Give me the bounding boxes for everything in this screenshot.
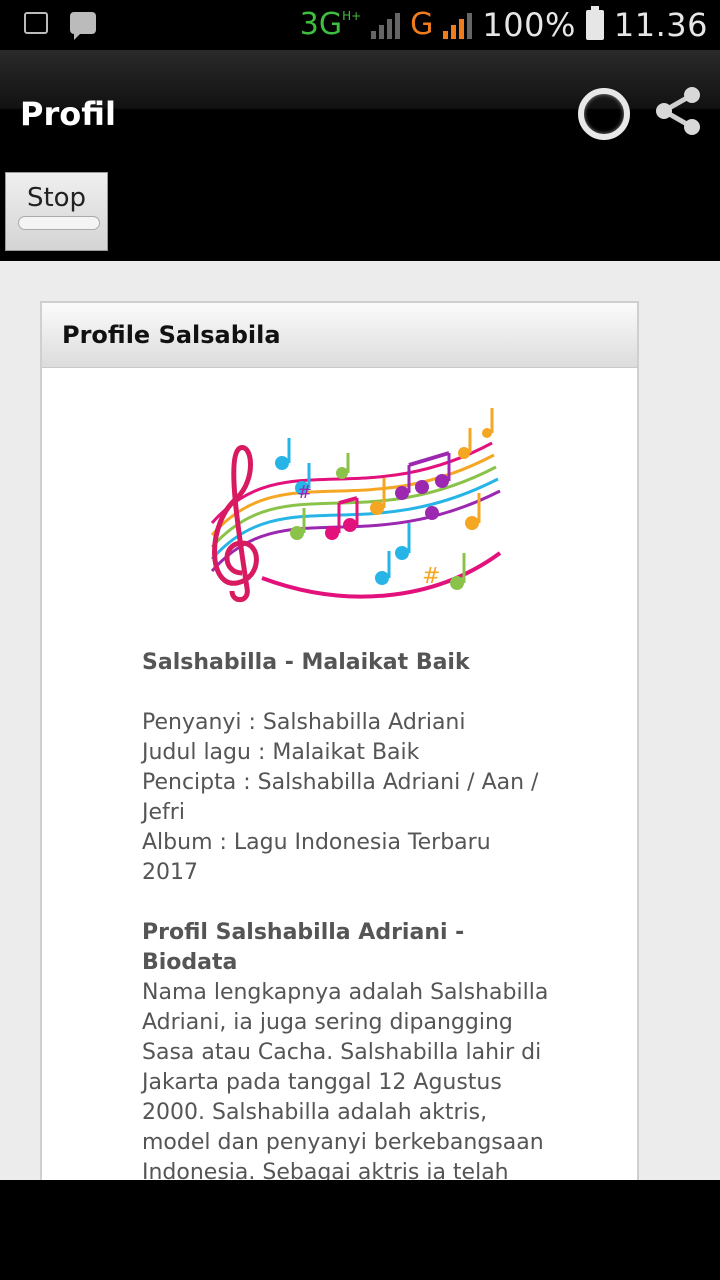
detail-line: Penyanyi : Salshabilla Adriani bbox=[142, 710, 466, 735]
status-bar: 3G H+ G 100% 11.36 bbox=[0, 0, 720, 50]
clock: 11.36 bbox=[613, 6, 708, 44]
stop-button-label: Stop bbox=[26, 183, 87, 213]
stop-button[interactable]: Stop bbox=[5, 172, 108, 251]
navigation-bar bbox=[0, 1180, 720, 1280]
detail-line: Album : Lagu Indonesia Terbaru 2017 bbox=[142, 830, 491, 885]
stop-bar: Stop bbox=[0, 170, 720, 261]
svg-text:#: # bbox=[422, 564, 440, 589]
detail-line: Judul lagu : Malaikat Baik bbox=[142, 740, 420, 765]
card-title: Profile Salsabila bbox=[62, 321, 281, 349]
profile-body: Salshabilla - Malaikat Baik Penyanyi : S… bbox=[142, 648, 552, 1180]
page-title: Profil bbox=[20, 95, 116, 133]
network-3g-label: 3G bbox=[299, 7, 343, 42]
signal-g-icon bbox=[443, 11, 473, 39]
gallery-notification-icon bbox=[24, 12, 48, 34]
refresh-ring-icon[interactable] bbox=[578, 88, 630, 140]
battery-icon bbox=[585, 6, 604, 40]
network-g-label: G bbox=[410, 7, 434, 42]
network-hplus-label: H+ bbox=[342, 9, 362, 23]
action-bar: Profil bbox=[0, 50, 720, 170]
share-icon[interactable] bbox=[652, 84, 706, 138]
bbm-notification-icon bbox=[70, 12, 96, 40]
svg-text:#: # bbox=[297, 482, 312, 503]
profile-card: Profile Salsabila # # Salshabilla - Mala… bbox=[40, 301, 639, 1180]
song-heading: Salshabilla - Malaikat Baik bbox=[142, 650, 470, 675]
detail-line: Pencipta : Salshabilla Adriani / Aan / J… bbox=[142, 770, 539, 825]
bio-text: Nama lengkapnya adalah Salshabilla Adria… bbox=[142, 980, 549, 1180]
bio-heading: Profil Salshabilla Adriani - Biodata bbox=[142, 920, 465, 975]
battery-percent: 100% bbox=[482, 6, 576, 44]
content-area[interactable]: Profile Salsabila # # Salshabilla - Mala… bbox=[0, 261, 720, 1180]
stop-button-pill bbox=[18, 216, 100, 230]
card-header: Profile Salsabila bbox=[42, 303, 637, 368]
signal-3g-icon bbox=[371, 11, 401, 39]
music-notes-icon: # # bbox=[210, 408, 502, 603]
